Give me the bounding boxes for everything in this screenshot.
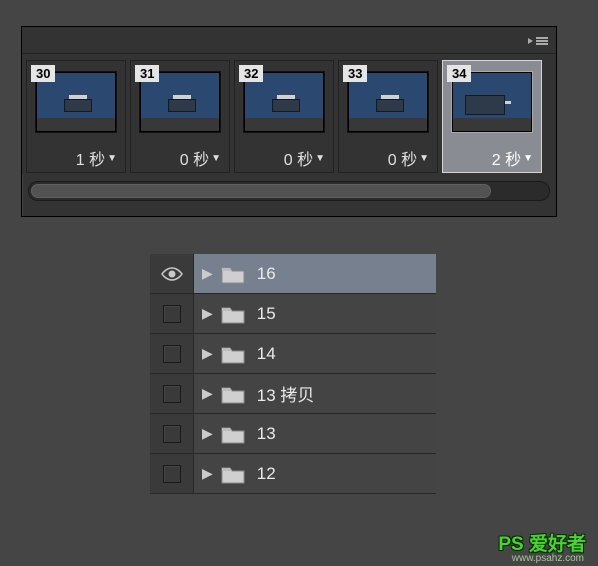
- layer-name: 13 拷贝: [257, 381, 315, 406]
- folder-icon: [221, 304, 245, 324]
- layer-row-15[interactable]: ▶ 15: [150, 294, 436, 334]
- frame-number: 34: [447, 65, 471, 82]
- folder-icon: [221, 264, 245, 284]
- frame-number: 32: [239, 65, 263, 82]
- frame-duration-dropdown[interactable]: 0 秒 ▼: [235, 144, 333, 172]
- layer-row-13[interactable]: ▶ 13: [150, 414, 436, 454]
- visibility-checkbox[interactable]: [163, 305, 181, 323]
- frame-32[interactable]: 32 0 秒 ▼: [234, 60, 334, 173]
- frame-number: 31: [135, 65, 159, 82]
- layer-main[interactable]: ▶ 15: [194, 294, 436, 333]
- frame-30[interactable]: 30 1 秒 ▼: [26, 60, 126, 173]
- frame-duration-dropdown[interactable]: 0 秒 ▼: [131, 144, 229, 172]
- layer-main[interactable]: ▶ 14: [194, 334, 436, 373]
- layer-row-16[interactable]: ▶ 16: [150, 254, 436, 294]
- layer-name: 15: [257, 304, 276, 324]
- chevron-down-icon: ▼: [419, 153, 429, 164]
- timeline-panel: 30 1 秒 ▼ 31 0 秒 ▼ 32 0: [21, 26, 557, 217]
- chevron-down-icon: ▼: [107, 153, 117, 164]
- layer-name: 12: [257, 464, 276, 484]
- frame-duration-label: 0 秒: [284, 146, 313, 170]
- expand-arrow-icon[interactable]: ▶: [202, 425, 213, 442]
- chevron-down-icon: ▼: [211, 153, 221, 164]
- expand-arrow-icon[interactable]: ▶: [202, 305, 213, 322]
- frame-duration-dropdown[interactable]: 1 秒 ▼: [27, 144, 125, 172]
- visibility-checkbox[interactable]: [163, 465, 181, 483]
- layer-row-12[interactable]: ▶ 12: [150, 454, 436, 494]
- layer-main[interactable]: ▶ 13: [194, 414, 436, 453]
- folder-icon: [221, 464, 245, 484]
- visibility-checkbox[interactable]: [163, 385, 181, 403]
- visibility-checkbox[interactable]: [163, 425, 181, 443]
- folder-icon: [221, 384, 245, 404]
- layer-row-14[interactable]: ▶ 14: [150, 334, 436, 374]
- layer-main[interactable]: ▶ 13 拷贝: [194, 374, 436, 413]
- timeline-header: [22, 27, 556, 54]
- chevron-down-icon: ▼: [523, 153, 533, 164]
- frame-duration-dropdown[interactable]: 0 秒 ▼: [339, 144, 437, 172]
- layer-main[interactable]: ▶ 16: [194, 254, 436, 293]
- visibility-toggle[interactable]: [150, 294, 194, 333]
- visibility-toggle[interactable]: [150, 374, 194, 413]
- visibility-checkbox[interactable]: [163, 345, 181, 363]
- watermark-brand: PS 爱好者: [498, 529, 586, 556]
- layer-row-13-copy[interactable]: ▶ 13 拷贝: [150, 374, 436, 414]
- frame-duration-label: 0 秒: [388, 146, 417, 170]
- expand-arrow-icon[interactable]: ▶: [202, 345, 213, 362]
- frame-34[interactable]: 34 2 秒 ▼: [442, 60, 542, 173]
- expand-arrow-icon[interactable]: ▶: [202, 265, 213, 282]
- frames-strip: 30 1 秒 ▼ 31 0 秒 ▼ 32 0: [22, 54, 556, 175]
- expand-arrow-icon[interactable]: ▶: [202, 465, 213, 482]
- folder-icon: [221, 424, 245, 444]
- horizontal-scrollbar[interactable]: [28, 181, 550, 201]
- layer-name: 13: [257, 424, 276, 444]
- visibility-toggle[interactable]: [150, 334, 194, 373]
- frame-31[interactable]: 31 0 秒 ▼: [130, 60, 230, 173]
- watermark-url: www.psahz.com: [512, 553, 584, 564]
- panel-menu-button[interactable]: [528, 33, 550, 49]
- frame-number: 30: [31, 65, 55, 82]
- folder-icon: [221, 344, 245, 364]
- eye-icon: [160, 266, 184, 282]
- frame-duration-label: 2 秒: [492, 146, 521, 170]
- chevron-down-icon: ▼: [315, 153, 325, 164]
- frame-duration-label: 1 秒: [76, 146, 105, 170]
- scrollbar-thumb[interactable]: [31, 184, 491, 198]
- layer-main[interactable]: ▶ 12: [194, 454, 436, 493]
- visibility-toggle[interactable]: [150, 414, 194, 453]
- layer-name: 16: [257, 264, 276, 284]
- expand-arrow-icon[interactable]: ▶: [202, 385, 213, 402]
- frame-number: 33: [343, 65, 367, 82]
- visibility-toggle[interactable]: [150, 254, 194, 293]
- frame-duration-label: 0 秒: [180, 146, 209, 170]
- frame-33[interactable]: 33 0 秒 ▼: [338, 60, 438, 173]
- layers-panel: ▶ 16 ▶ 15 ▶ 14: [150, 254, 436, 494]
- frame-duration-dropdown[interactable]: 2 秒 ▼: [443, 144, 541, 172]
- visibility-toggle[interactable]: [150, 454, 194, 493]
- layer-name: 14: [257, 344, 276, 364]
